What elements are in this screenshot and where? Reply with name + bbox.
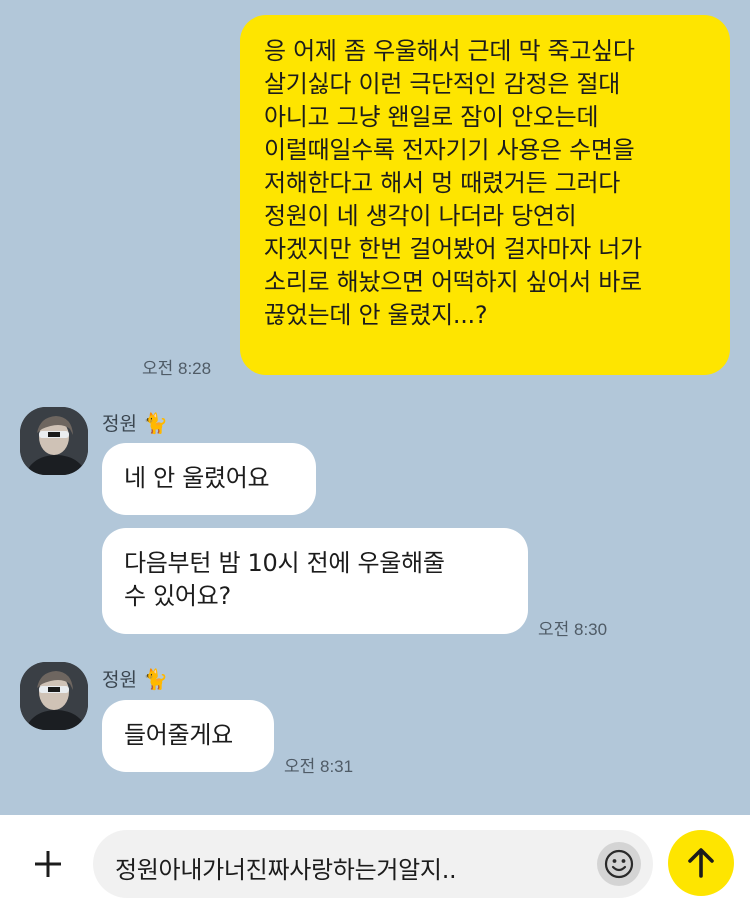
avatar-photo-icon — [20, 407, 88, 475]
sender-name: 정원 🐈 — [102, 411, 168, 435]
avatar[interactable] — [20, 662, 88, 730]
cat-emoji-icon: 🐈 — [142, 667, 168, 691]
their-message-bubble[interactable]: 네 안 울렸어요 — [102, 443, 316, 515]
composer-bar: 정원아내가너진짜사랑하는거알지.. — [0, 815, 750, 910]
message-input-value[interactable]: 정원아내가너진짜사랑하는거알지.. — [115, 850, 457, 885]
plus-icon — [35, 851, 61, 877]
their-message-bubble[interactable]: 들어줄게요 — [102, 700, 274, 772]
add-attachment-button[interactable] — [20, 844, 76, 884]
message-input[interactable]: 정원아내가너진짜사랑하는거알지.. — [93, 830, 653, 898]
cat-emoji-icon: 🐈 — [142, 411, 168, 435]
their-message-bubble[interactable]: 다음부턴 밤 10시 전에 우울해줄 수 있어요? — [102, 528, 528, 634]
message-time: 오전 8:28 — [142, 359, 212, 378]
my-message-bubble[interactable]: 응 어제 좀 우울해서 근데 막 죽고싶다 살기싫다 이런 극단적인 감정은 절… — [240, 15, 730, 375]
avatar[interactable] — [20, 407, 88, 475]
arrow-up-icon — [688, 848, 714, 878]
avatar-photo-icon — [20, 662, 88, 730]
message-time: 오전 8:30 — [538, 620, 608, 639]
chat-area[interactable]: 응 어제 좀 우울해서 근데 막 죽고싶다 살기싫다 이런 극단적인 감정은 절… — [0, 0, 750, 815]
sender-name: 정원 🐈 — [102, 667, 168, 691]
emoji-button[interactable] — [597, 842, 641, 886]
send-button[interactable] — [668, 830, 734, 896]
smiley-icon — [604, 849, 634, 879]
message-time: 오전 8:31 — [284, 757, 354, 776]
